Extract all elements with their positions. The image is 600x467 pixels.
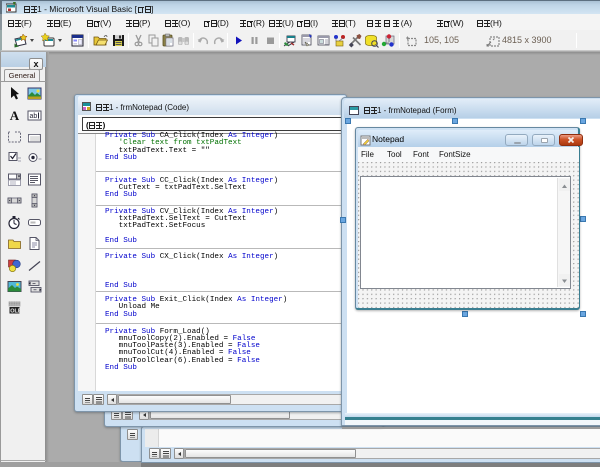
- svg-text:OLE: OLE: [10, 308, 22, 314]
- svg-text:ab: ab: [30, 113, 38, 120]
